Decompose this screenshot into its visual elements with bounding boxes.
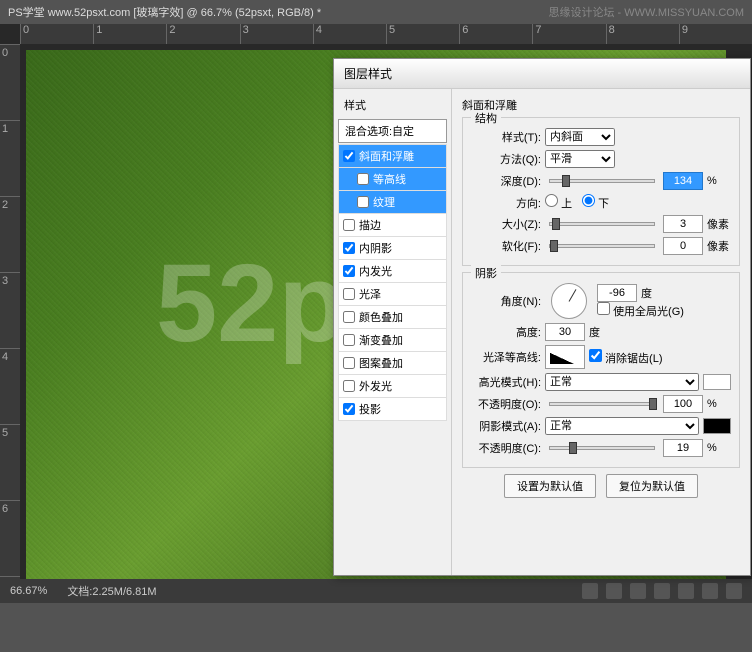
titlebar: PS学堂 www.52psxt.com [玻璃字效] @ 66.7% (52ps…: [0, 0, 752, 25]
shadow-group: 阴影 角度(N):度 使用全局光(G) 高度:度 光泽等高线: 消除锯齿(L) …: [462, 272, 740, 468]
depth-input[interactable]: [663, 172, 703, 190]
global-light-checkbox[interactable]: 使用全局光(G): [597, 306, 684, 318]
style-satin[interactable]: 光泽: [338, 282, 447, 306]
bevel-checkbox[interactable]: [343, 150, 355, 162]
shadow-color[interactable]: [703, 418, 731, 434]
pattern-overlay-checkbox[interactable]: [343, 357, 355, 369]
status-icon[interactable]: [654, 583, 670, 599]
gradient-overlay-checkbox[interactable]: [343, 334, 355, 346]
style-outer-glow[interactable]: 外发光: [338, 374, 447, 398]
soften-slider[interactable]: [549, 244, 655, 248]
style-select[interactable]: 内斜面: [545, 128, 615, 146]
texture-checkbox[interactable]: [357, 196, 369, 208]
reset-default-button[interactable]: 复位为默认值: [606, 474, 698, 498]
satin-checkbox[interactable]: [343, 288, 355, 300]
status-icon[interactable]: [606, 583, 622, 599]
highlight-mode-select[interactable]: 正常: [545, 373, 699, 391]
altitude-input[interactable]: [545, 323, 585, 341]
status-icon[interactable]: [726, 583, 742, 599]
outer-glow-checkbox[interactable]: [343, 380, 355, 392]
status-icon[interactable]: [582, 583, 598, 599]
angle-wheel[interactable]: [551, 283, 587, 319]
style-pattern-overlay[interactable]: 图案叠加: [338, 351, 447, 375]
antialias-checkbox[interactable]: 消除锯齿(L): [589, 349, 663, 366]
drop-shadow-checkbox[interactable]: [343, 403, 355, 415]
watermark: 思缘设计论坛 - WWW.MISSYUAN.COM: [548, 4, 744, 20]
status-icons: [582, 583, 742, 599]
sh-opacity-input[interactable]: [663, 439, 703, 457]
glass-text-layer: 52p: [156, 240, 346, 367]
settings-panel: 斜面和浮雕 结构 样式(T):内斜面 方法(Q):平滑 深度(D):% 方向: …: [452, 89, 750, 575]
section-title: 斜面和浮雕: [462, 97, 740, 113]
ruler-vertical[interactable]: 01234567: [0, 44, 20, 579]
style-color-overlay[interactable]: 颜色叠加: [338, 305, 447, 329]
contour-checkbox[interactable]: [357, 173, 369, 185]
style-gradient-overlay[interactable]: 渐变叠加: [338, 328, 447, 352]
soften-input[interactable]: [663, 237, 703, 255]
ruler-horizontal[interactable]: 0123456789: [20, 24, 752, 44]
layer-style-dialog: 图层样式 样式 混合选项:自定 斜面和浮雕 等高线 纹理 描边 内阴影 内发光 …: [333, 58, 751, 576]
inner-glow-checkbox[interactable]: [343, 265, 355, 277]
blend-options[interactable]: 混合选项:自定: [338, 119, 447, 143]
styles-header: 样式: [338, 93, 447, 117]
doc-title: PS学堂 www.52psxt.com [玻璃字效] @ 66.7% (52ps…: [8, 4, 321, 20]
doc-size: 文档:2.25M/6.81M: [67, 583, 156, 599]
style-inner-glow[interactable]: 内发光: [338, 259, 447, 283]
style-inner-shadow[interactable]: 内阴影: [338, 236, 447, 260]
direction-up[interactable]: 上: [545, 194, 572, 211]
depth-slider[interactable]: [549, 179, 655, 183]
dialog-title: 图层样式: [334, 59, 750, 89]
size-slider[interactable]: [549, 222, 655, 226]
style-bevel-emboss[interactable]: 斜面和浮雕: [338, 144, 447, 168]
status-icon[interactable]: [702, 583, 718, 599]
angle-input[interactable]: [597, 284, 637, 302]
stroke-checkbox[interactable]: [343, 219, 355, 231]
size-input[interactable]: [663, 215, 703, 233]
color-overlay-checkbox[interactable]: [343, 311, 355, 323]
sh-opacity-slider[interactable]: [549, 446, 655, 450]
status-icon[interactable]: [678, 583, 694, 599]
statusbar: 66.67% 文档:2.25M/6.81M: [0, 579, 752, 603]
style-stroke[interactable]: 描边: [338, 213, 447, 237]
zoom-level[interactable]: 66.67%: [10, 585, 47, 597]
gloss-contour[interactable]: [545, 345, 585, 369]
method-select[interactable]: 平滑: [545, 150, 615, 168]
direction-down[interactable]: 下: [582, 194, 609, 211]
structure-group: 结构 样式(T):内斜面 方法(Q):平滑 深度(D):% 方向: 上 下 大小…: [462, 117, 740, 266]
highlight-color[interactable]: [703, 374, 731, 390]
hl-opacity-input[interactable]: [663, 395, 703, 413]
style-drop-shadow[interactable]: 投影: [338, 397, 447, 421]
status-icon[interactable]: [630, 583, 646, 599]
set-default-button[interactable]: 设置为默认值: [504, 474, 596, 498]
inner-shadow-checkbox[interactable]: [343, 242, 355, 254]
style-texture[interactable]: 纹理: [338, 190, 447, 214]
style-contour[interactable]: 等高线: [338, 167, 447, 191]
shadow-mode-select[interactable]: 正常: [545, 417, 699, 435]
styles-list: 样式 混合选项:自定 斜面和浮雕 等高线 纹理 描边 内阴影 内发光 光泽 颜色…: [334, 89, 452, 575]
hl-opacity-slider[interactable]: [549, 402, 655, 406]
